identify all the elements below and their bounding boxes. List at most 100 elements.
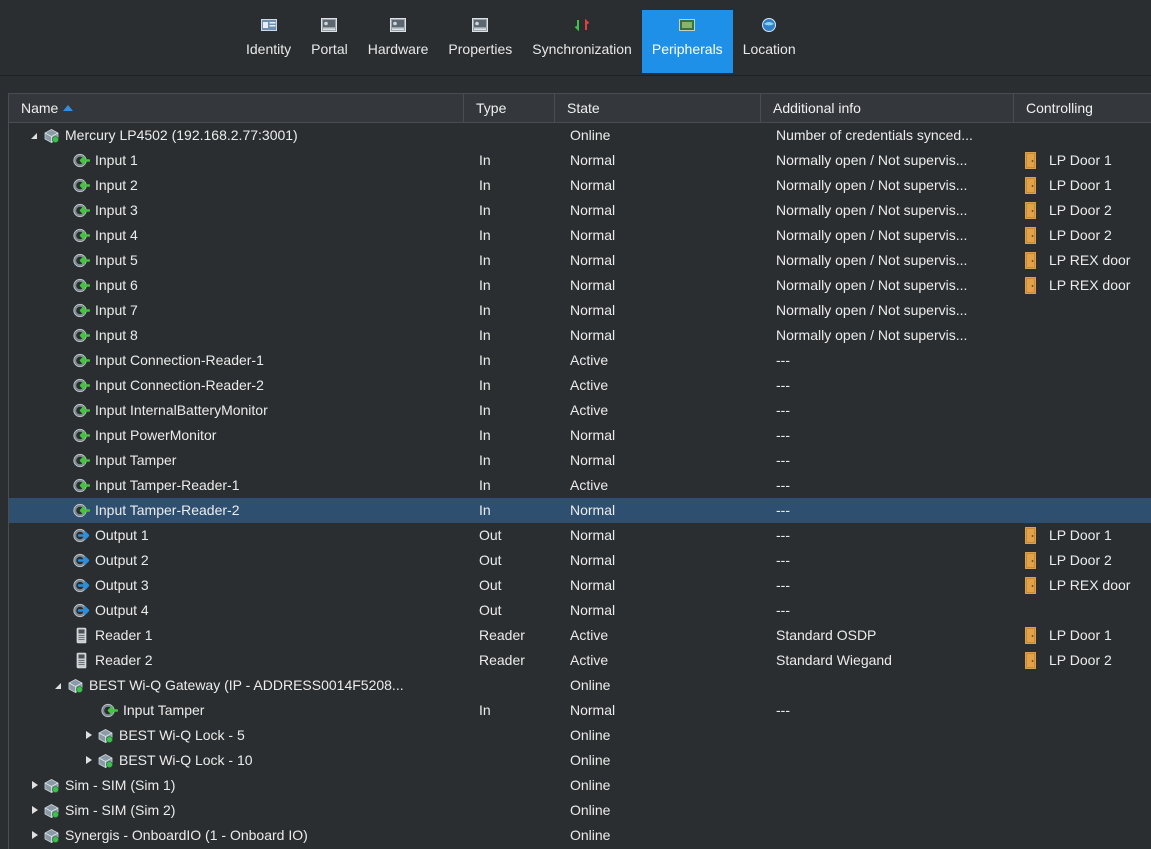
tab-properties[interactable]: Properties	[438, 10, 522, 73]
column-header-state[interactable]: State	[555, 94, 761, 122]
cell-state: Active	[570, 402, 609, 418]
controlling-door-link[interactable]: LP Door 2	[1049, 548, 1112, 573]
controlling-door-link[interactable]: LP Door 1	[1049, 623, 1112, 648]
controlling-door-link[interactable]: LP Door 2	[1049, 198, 1112, 223]
unit-icon	[43, 777, 60, 794]
expand-toggle-icon[interactable]	[32, 831, 38, 839]
cell-type	[479, 673, 554, 698]
cell-type: In	[479, 427, 491, 443]
table-row[interactable]: Reader 2 Reader Active Standard Wiegand LP D…	[9, 648, 1151, 673]
cell-name: Input Tamper-Reader-2	[9, 498, 464, 523]
cell-type: In	[479, 402, 491, 418]
output-icon	[73, 552, 90, 569]
cell-name: Input Tamper	[9, 698, 464, 723]
cell-controlling	[1025, 823, 1151, 848]
table-row[interactable]: Mercury LP4502 (192.168.2.77:3001) Online…	[9, 123, 1151, 148]
table-row[interactable]: Input Connection-Reader-1 In Active ---	[9, 348, 1151, 373]
table-row[interactable]: BEST Wi-Q Gateway (IP - ADDRESS0014F5208…	[9, 673, 1151, 698]
tab-hardware[interactable]: Hardware	[358, 10, 439, 73]
table-row[interactable]: Input 8 In Normal Normally open / Not super…	[9, 323, 1151, 348]
tab-identity[interactable]: Identity	[236, 10, 301, 73]
cell-state: Active	[570, 352, 609, 368]
cell-additional-info: ---	[776, 452, 790, 468]
table-row[interactable]: Input 7 In Normal Normally open / Not super…	[9, 298, 1151, 323]
table-row[interactable]: Input 1 In Normal Normally open / Not super…	[9, 148, 1151, 173]
tab-portal[interactable]: Portal	[301, 10, 358, 73]
table-row[interactable]: Reader 1 Reader Active Standard OSDP LP Door…	[9, 623, 1151, 648]
column-header-controlling[interactable]: Controlling	[1014, 94, 1151, 122]
cell-controlling: LP REX door	[1025, 573, 1151, 598]
tab-label: Synchronization	[532, 41, 632, 57]
identity-icon	[260, 10, 277, 41]
table-row[interactable]: Input 2 In Normal Normally open / Not super…	[9, 173, 1151, 198]
expand-toggle-icon[interactable]	[86, 731, 92, 739]
cell-controlling	[1025, 773, 1151, 798]
table-row[interactable]: Input Connection-Reader-2 In Active ---	[9, 373, 1151, 398]
table-row[interactable]: Output 3 Out Normal --- LP REX door	[9, 573, 1151, 598]
table-row[interactable]: Sim - SIM (Sim 1) Online	[9, 773, 1151, 798]
column-header-name[interactable]: Name	[9, 94, 464, 122]
column-header-info[interactable]: Additional info	[761, 94, 1014, 122]
cell-type: Reader	[479, 652, 525, 668]
controlling-door-link[interactable]: LP Door 1	[1049, 523, 1112, 548]
tab-location[interactable]: Location	[733, 10, 806, 73]
cell-name: Sim - SIM (Sim 2)	[9, 798, 464, 823]
controlling-door-link[interactable]: LP Door 2	[1049, 648, 1112, 673]
table-row[interactable]: Input Tamper In Normal ---	[9, 698, 1151, 723]
table-row[interactable]: Input 3 In Normal Normally open / Not super…	[9, 198, 1151, 223]
table-row[interactable]: Output 2 Out Normal --- LP Door 2	[9, 548, 1151, 573]
table-row[interactable]: Input 6 In Normal Normally open / Not super…	[9, 273, 1151, 298]
location-icon	[761, 10, 777, 41]
cell-name: Input Tamper	[9, 448, 464, 473]
cell-controlling: LP Door 1	[1025, 523, 1151, 548]
table-row[interactable]: Input Tamper In Normal ---	[9, 448, 1151, 473]
door-icon	[1025, 177, 1036, 194]
tab-synchronization[interactable]: Synchronization	[522, 10, 642, 73]
door-icon	[1025, 627, 1036, 644]
row-name: Input Tamper-Reader-1	[95, 477, 240, 493]
collapse-toggle-icon[interactable]	[55, 683, 61, 689]
tab-label: Location	[742, 41, 796, 57]
table-row[interactable]: Sim - SIM (Sim 2) Online	[9, 798, 1151, 823]
controlling-door-link[interactable]: LP REX door	[1049, 273, 1130, 298]
cell-type	[479, 748, 554, 773]
controlling-door-link[interactable]: LP REX door	[1049, 248, 1130, 273]
table-row[interactable]: Input 5 In Normal Normally open / Not super…	[9, 248, 1151, 273]
controlling-door-link[interactable]: LP Door 2	[1049, 223, 1112, 248]
cell-state: Normal	[570, 577, 616, 593]
row-name: Output 4	[95, 602, 149, 618]
table-row[interactable]: Input PowerMonitor In Normal ---	[9, 423, 1151, 448]
table-row[interactable]: Output 4 Out Normal ---	[9, 598, 1151, 623]
table-row[interactable]: Input InternalBatteryMonitor In Active ---	[9, 398, 1151, 423]
controlling-door-link[interactable]: LP Door 1	[1049, 148, 1112, 173]
cell-additional-info: ---	[776, 527, 790, 543]
expand-toggle-icon[interactable]	[86, 756, 92, 764]
cell-type: In	[479, 452, 491, 468]
controlling-door-link[interactable]: LP Door 1	[1049, 173, 1112, 198]
cell-controlling	[1025, 323, 1151, 348]
table-row[interactable]: Input 4 In Normal Normally open / Not super…	[9, 223, 1151, 248]
cell-type: In	[479, 277, 491, 293]
table-row[interactable]: Input Tamper-Reader-1 In Active ---	[9, 473, 1151, 498]
table-row[interactable]: Synergis - OnboardIO (1 - Onboard IO) Onl…	[9, 823, 1151, 848]
table-row[interactable]: Input Tamper-Reader-2 In Normal ---	[9, 498, 1151, 523]
row-name: Input 8	[95, 327, 138, 343]
tab-peripherals[interactable]: Peripherals	[641, 10, 733, 73]
cell-name: BEST Wi-Q Lock - 10	[9, 748, 464, 773]
table-row[interactable]: BEST Wi-Q Lock - 5 Online	[9, 723, 1151, 748]
controlling-door-link[interactable]: LP REX door	[1049, 573, 1130, 598]
row-name: Output 2	[95, 552, 149, 568]
column-header-type[interactable]: Type	[464, 94, 555, 122]
tab-label: Peripherals	[651, 41, 723, 57]
cell-controlling	[1025, 348, 1151, 373]
expand-toggle-icon[interactable]	[32, 806, 38, 814]
table-row[interactable]: Output 1 Out Normal --- LP Door 1	[9, 523, 1151, 548]
expand-toggle-icon[interactable]	[32, 781, 38, 789]
cell-name: Input 4	[9, 223, 464, 248]
cell-name: Reader 2	[9, 648, 464, 673]
cell-state: Normal	[570, 302, 616, 318]
cell-controlling	[1025, 423, 1151, 448]
collapse-toggle-icon[interactable]	[31, 133, 37, 139]
cell-additional-info: ---	[776, 402, 790, 418]
table-row[interactable]: BEST Wi-Q Lock - 10 Online	[9, 748, 1151, 773]
